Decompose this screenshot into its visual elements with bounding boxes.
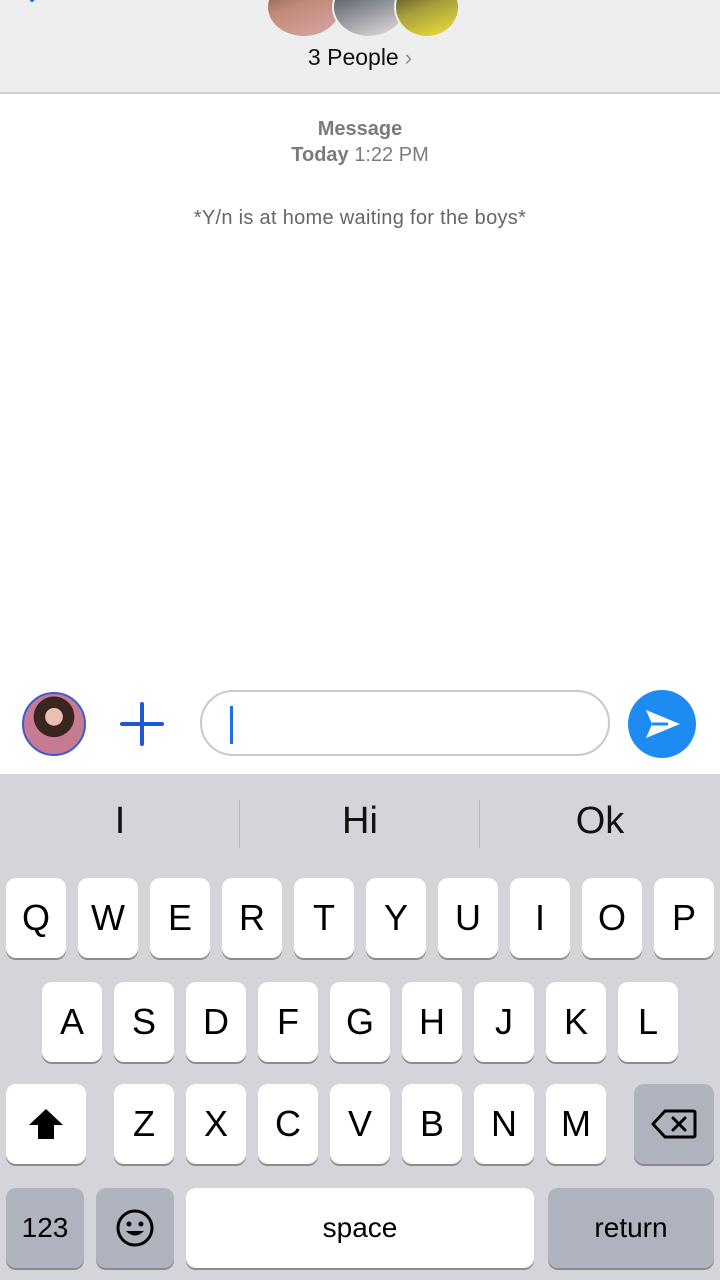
- timestamp-day: Today: [291, 144, 349, 166]
- message-input[interactable]: [200, 690, 610, 756]
- key-h[interactable]: H: [402, 982, 462, 1062]
- suggestion-3[interactable]: Ok: [480, 800, 720, 843]
- conversation-header: 3 People ›: [0, 0, 720, 94]
- key-k[interactable]: K: [546, 982, 606, 1062]
- return-key[interactable]: return: [548, 1188, 714, 1268]
- numbers-key[interactable]: 123: [6, 1188, 84, 1268]
- key-p[interactable]: P: [654, 878, 714, 958]
- plus-icon[interactable]: [118, 700, 166, 748]
- key-y[interactable]: Y: [366, 878, 426, 958]
- keyboard: I Hi Ok Q W E R T Y U I O P A S D F G H …: [0, 774, 720, 1280]
- send-button[interactable]: [628, 690, 696, 758]
- key-g[interactable]: G: [330, 982, 390, 1062]
- suggestion-2[interactable]: Hi: [240, 800, 480, 843]
- key-r[interactable]: R: [222, 878, 282, 958]
- key-t[interactable]: T: [294, 878, 354, 958]
- backspace-icon: [651, 1109, 697, 1139]
- emoji-key[interactable]: [96, 1188, 174, 1268]
- emoji-icon: [116, 1209, 154, 1247]
- key-j[interactable]: J: [474, 982, 534, 1062]
- key-i[interactable]: I: [510, 878, 570, 958]
- my-avatar[interactable]: [22, 692, 86, 756]
- back-chevron-icon[interactable]: [24, 0, 50, 12]
- key-v[interactable]: V: [330, 1084, 390, 1164]
- key-c[interactable]: C: [258, 1084, 318, 1164]
- key-b[interactable]: B: [402, 1084, 462, 1164]
- service-label: Message: [317, 118, 403, 140]
- key-x[interactable]: X: [186, 1084, 246, 1164]
- key-e[interactable]: E: [150, 878, 210, 958]
- participant-avatar-1[interactable]: [266, 0, 342, 38]
- key-s[interactable]: S: [114, 982, 174, 1062]
- narration-message: *Y/n is at home waiting for the boys*: [193, 207, 527, 229]
- key-o[interactable]: O: [582, 878, 642, 958]
- chevron-right-icon: ›: [404, 45, 413, 70]
- space-key[interactable]: space: [186, 1188, 534, 1268]
- key-n[interactable]: N: [474, 1084, 534, 1164]
- key-d[interactable]: D: [186, 982, 246, 1062]
- key-q[interactable]: Q: [6, 878, 66, 958]
- key-z[interactable]: Z: [114, 1084, 174, 1164]
- group-title-button[interactable]: 3 People ›: [0, 44, 720, 71]
- timestamp-time: 1:22 PM: [354, 144, 429, 166]
- key-m[interactable]: M: [546, 1084, 606, 1164]
- shift-key[interactable]: [6, 1084, 86, 1164]
- key-f[interactable]: F: [258, 982, 318, 1062]
- text-caret: [230, 706, 233, 744]
- suggestion-1[interactable]: I: [0, 800, 240, 843]
- key-u[interactable]: U: [438, 878, 498, 958]
- group-title: 3 People: [307, 44, 399, 70]
- key-w[interactable]: W: [78, 878, 138, 958]
- send-arrow-icon: [646, 710, 680, 738]
- key-l[interactable]: L: [618, 982, 678, 1062]
- delete-key[interactable]: [634, 1084, 714, 1164]
- key-a[interactable]: A: [42, 982, 102, 1062]
- participant-avatar-3[interactable]: [394, 0, 460, 38]
- timestamp: Today 1:22 PM: [0, 144, 720, 167]
- shift-arrow-icon: [29, 1109, 63, 1139]
